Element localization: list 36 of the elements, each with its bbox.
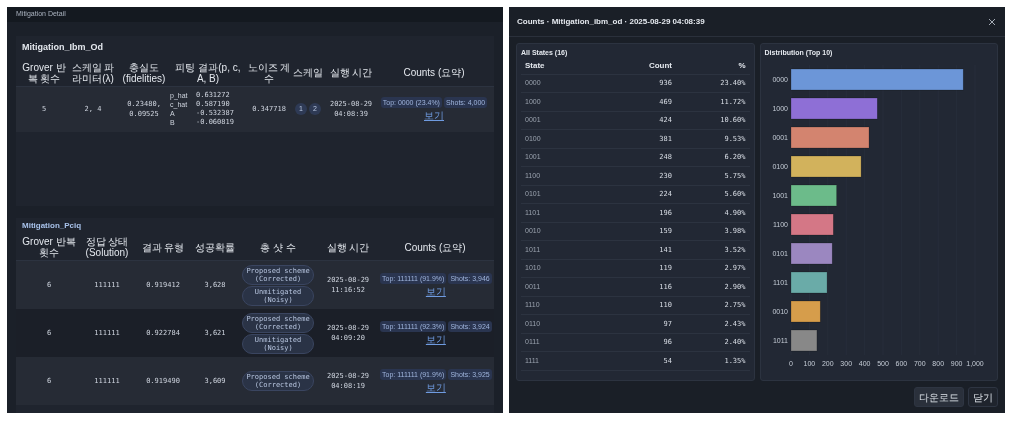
column-header: 성공확률 — [194, 241, 236, 253]
column-header: Counts (요약) — [403, 241, 467, 253]
close-icon — [988, 17, 996, 26]
close-button[interactable] — [987, 16, 997, 27]
column-header: State — [525, 60, 546, 72]
column-header: 실행 시간 — [328, 67, 374, 78]
view-link[interactable]: 보기 — [425, 285, 446, 298]
bar — [790, 271, 827, 293]
column-header: 총 샷 수 — [259, 241, 297, 253]
column-header: Count — [647, 60, 672, 72]
column-header: 결과 유형 — [140, 241, 186, 253]
bar — [790, 329, 817, 351]
column-header: 스케일 — [292, 67, 324, 78]
column-header: 노이즈 계수 — [246, 61, 292, 84]
bar — [790, 300, 821, 322]
column-header: 스케일 파라미터(λ) — [70, 61, 116, 84]
close-dialog-button[interactable]: 닫기 — [968, 387, 998, 407]
column-header: 피팅 결과(p, c, A, B) — [174, 61, 242, 84]
dialog-title: Counts · Mitigation_ibm_od · 2025-08-29 04:08:39 — [517, 15, 705, 28]
download-button[interactable]: 다운로드 — [914, 387, 964, 407]
column-header: 충실도 (fidelities) — [121, 61, 167, 84]
bar — [790, 242, 832, 264]
column-header: 정답 상태 (Solution) — [84, 236, 130, 258]
bar — [790, 184, 837, 206]
section-title: Mitigation_Ibm_Od — [21, 41, 104, 54]
section-title: Mitigation_Pciq — [21, 220, 83, 232]
column-header: % — [737, 60, 746, 72]
column-header: Grover 반복 횟수 — [21, 236, 77, 258]
column-header: 실행 시간 — [325, 241, 371, 253]
view-link[interactable]: 보기 — [425, 381, 446, 394]
bar — [790, 213, 834, 235]
view-link[interactable]: 보기 — [425, 333, 446, 346]
bar — [790, 155, 861, 177]
column-header: Grover 반복 횟수 — [21, 61, 67, 84]
column-header: Counts (요약) — [402, 67, 466, 78]
view-link[interactable]: 보기 — [424, 109, 444, 122]
